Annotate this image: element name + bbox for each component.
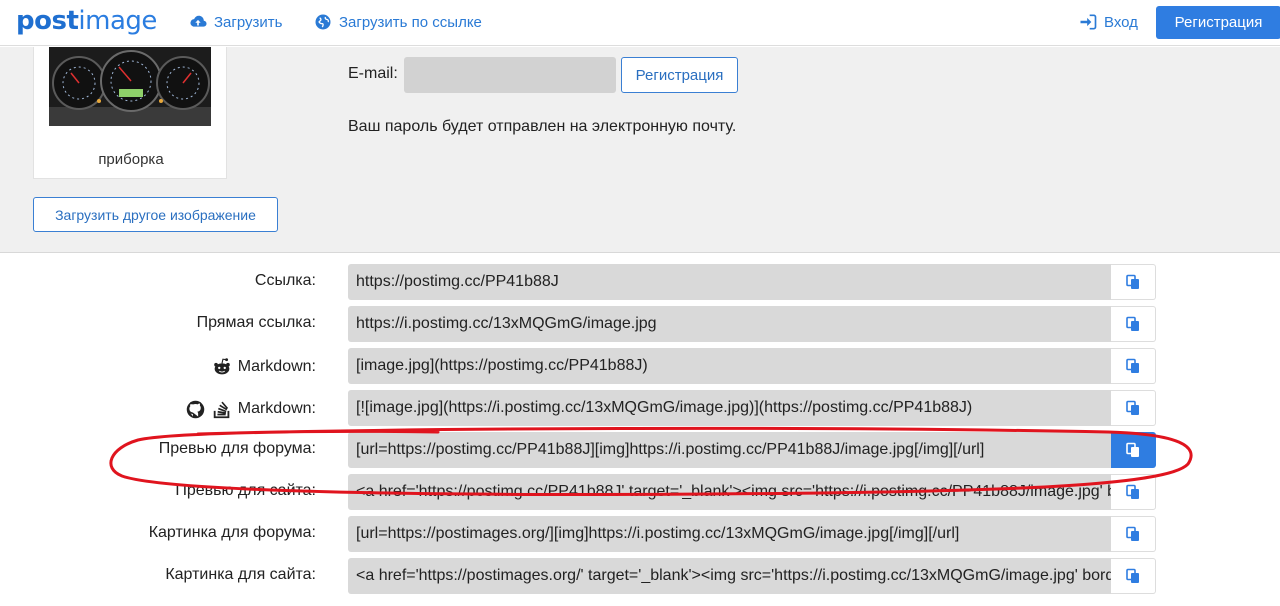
share-link-label-text: Картинка для форума: <box>148 524 316 541</box>
password-note: Ваш пароль будет отправлен на электронну… <box>348 118 737 135</box>
share-link-label: Markdown: <box>185 398 316 420</box>
share-link-row: Превью для форума: [url=https://postimg.c… <box>0 432 1280 468</box>
share-link-label-text: Превью для форума: <box>158 440 316 457</box>
nav-upload-by-url-link[interactable]: Загрузить по ссылке <box>313 12 482 32</box>
uploaded-image-thumbnail[interactable] <box>49 47 211 126</box>
copy-button[interactable] <box>1111 474 1156 510</box>
copy-icon <box>1125 316 1141 332</box>
image-thumbnail-card[interactable]: приборка <box>33 47 227 179</box>
nav-login-link[interactable]: Вход <box>1078 12 1138 32</box>
share-link-field[interactable]: https://postimg.cc/PP41b88J <box>348 264 1111 300</box>
copy-button[interactable] <box>1111 390 1156 426</box>
share-link-field[interactable]: https://i.postimg.cc/13xMQGmG/image.jpg <box>348 306 1111 342</box>
sign-in-icon <box>1080 14 1097 30</box>
upload-result-panel: приборка Загрузить другое изображение E-… <box>0 47 1280 253</box>
nav-upload-label: Загрузить <box>214 13 283 31</box>
share-link-label: Картинка для сайта: <box>165 566 316 584</box>
share-link-label-text: Превью для сайта: <box>175 482 316 499</box>
share-link-field[interactable]: [![image.jpg](https://i.postimg.cc/13xMQ… <box>348 390 1111 426</box>
copy-icon <box>1125 568 1141 584</box>
share-link-field[interactable]: [url=https://postimages.org/][img]https:… <box>348 516 1111 552</box>
logo-text-light: image <box>78 6 157 36</box>
share-link-row: Ссылка: https://postimg.cc/PP41b88J <box>0 264 1280 300</box>
copy-icon <box>1125 526 1141 542</box>
share-link-label-text: Markdown: <box>237 358 316 375</box>
share-link-label: Превью для форума: <box>159 440 316 458</box>
share-link-label: Markdown: <box>211 356 316 378</box>
copy-icon <box>1125 358 1141 374</box>
share-link-row: Картинка для сайта: <a href='https://post… <box>0 558 1280 594</box>
share-link-label: Картинка для форума: <box>149 524 316 542</box>
share-link-row: Прямая ссылка: https://i.postimg.cc/13xMQ… <box>0 306 1280 342</box>
register-with-email-button[interactable]: Регистрация <box>621 57 738 93</box>
share-link-label-text: Ссылка: <box>254 272 316 289</box>
share-link-label-text: Прямая ссылка: <box>196 314 316 331</box>
share-link-label: Превью для сайта: <box>175 482 316 500</box>
share-link-label-text: Картинка для сайта: <box>165 566 316 583</box>
register-button[interactable]: Регистрация <box>1156 6 1280 39</box>
postimage-logo[interactable]: postimage <box>16 6 157 36</box>
nav-upload-by-url-label: Загрузить по ссылке <box>339 13 482 31</box>
copy-button[interactable] <box>1111 558 1156 594</box>
email-input[interactable] <box>404 57 616 93</box>
upload-another-image-button[interactable]: Загрузить другое изображение <box>33 197 278 232</box>
nav-login-label: Вход <box>1104 13 1138 31</box>
share-link-row: Markdown: [![image.jpg](https://i.postimg… <box>0 390 1280 426</box>
share-link-field[interactable]: <a href='https://postimg.cc/PP41b88J' ta… <box>348 474 1111 510</box>
copy-button[interactable] <box>1111 432 1156 468</box>
logo-text-bold: post <box>16 6 79 36</box>
copy-button[interactable] <box>1111 516 1156 552</box>
cloud-upload-icon <box>190 15 207 27</box>
share-link-label-text: Markdown: <box>237 400 316 417</box>
github-icon <box>185 399 206 420</box>
copy-icon <box>1125 484 1141 500</box>
reddit-icon <box>211 356 233 378</box>
copy-icon <box>1125 274 1141 290</box>
share-link-field[interactable]: <a href='https://postimages.org/' target… <box>348 558 1111 594</box>
share-link-row: Превью для сайта: <a href='https://postim… <box>0 474 1280 510</box>
share-link-label: Ссылка: <box>255 272 316 290</box>
dashboard-photo-icon <box>49 47 211 126</box>
stackoverflow-icon <box>211 398 233 420</box>
share-link-row: Markdown: [image.jpg](https://postimg.cc/… <box>0 348 1280 384</box>
share-link-row: Картинка для форума: [url=https://postima… <box>0 516 1280 552</box>
share-link-field[interactable]: [url=https://postimg.cc/PP41b88J][img]ht… <box>348 432 1111 468</box>
copy-button[interactable] <box>1111 306 1156 342</box>
globe-icon <box>315 14 331 30</box>
copy-button[interactable] <box>1111 348 1156 384</box>
share-link-label: Прямая ссылка: <box>197 314 316 332</box>
top-navbar: postimage Загрузить Загрузить по ссылке … <box>0 0 1280 46</box>
nav-upload-link[interactable]: Загрузить <box>188 12 283 32</box>
email-label: E-mail: <box>348 65 398 82</box>
thumbnail-caption: приборка <box>98 151 164 168</box>
copy-button[interactable] <box>1111 264 1156 300</box>
copy-icon <box>1125 400 1141 416</box>
share-link-field[interactable]: [image.jpg](https://postimg.cc/PP41b88J) <box>348 348 1111 384</box>
copy-icon <box>1125 442 1141 458</box>
